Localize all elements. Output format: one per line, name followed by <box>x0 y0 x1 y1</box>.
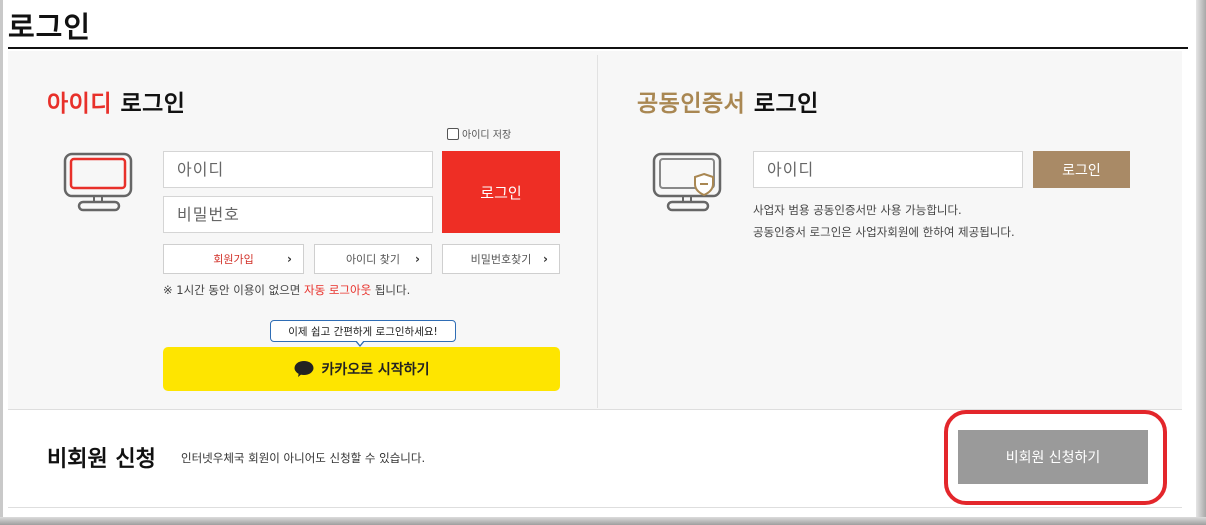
page-title: 로그인 <box>8 10 92 44</box>
save-id-label: 아이디 저장 <box>462 130 512 141</box>
highlight-circle <box>944 410 1167 505</box>
window-frame-bottom <box>0 517 1206 525</box>
cert-login-title-rest: 로그인 <box>745 91 819 117</box>
kakao-login-button[interactable]: 카카오로 시작하기 <box>163 347 560 391</box>
guest-description: 인터넷우체국 회원이 아니어도 신청할 수 있습니다. <box>181 451 426 465</box>
notice-highlight: 자동 로그아웃 <box>304 283 372 297</box>
id-login-button[interactable]: 로그인 <box>442 151 560 233</box>
password-input[interactable]: 비밀번호 <box>163 196 433 233</box>
computer-monitor-icon <box>63 152 133 212</box>
speech-bubble-icon <box>294 361 314 377</box>
id-login-title-accent: 아이디 <box>47 91 112 117</box>
id-login-title-rest: 로그인 <box>111 91 186 117</box>
notice-suffix: 됩니다. <box>371 283 411 297</box>
guest-section-bottom-rule <box>8 507 1182 508</box>
cert-id-input[interactable]: 아이디 <box>753 151 1023 188</box>
window-frame-right <box>1196 0 1206 525</box>
notice-prefix: ※ 1시간 동안 이용이 없으면 <box>163 283 305 297</box>
kakao-tooltip: 이제 쉽고 간편하게 로그인하세요! <box>270 320 456 342</box>
cert-login-title-accent: 공동인증서 <box>637 91 746 117</box>
cert-description-line1: 사업자 범용 공동인증서만 사용 가능합니다. <box>753 203 962 217</box>
guest-title: 비회원 신청 <box>47 447 156 472</box>
certificate-monitor-icon <box>652 152 722 212</box>
find-id-label: 아이디 찾기 <box>345 253 401 266</box>
cert-login-title: 공동인증서 로그인 <box>637 84 819 118</box>
kakao-login-label: 카카오로 시작하기 <box>321 362 430 378</box>
save-id-option[interactable]: 아이디 저장 <box>447 126 511 141</box>
chevron-right-icon: › <box>415 252 420 266</box>
title-divider <box>8 47 1188 49</box>
id-input[interactable]: 아이디 <box>163 151 433 188</box>
id-login-title: 아이디 로그인 <box>47 84 185 118</box>
signup-link[interactable]: 회원가입 › <box>163 244 304 274</box>
find-password-link[interactable]: 비밀번호찾기 › <box>442 244 560 274</box>
save-id-checkbox[interactable] <box>447 127 459 140</box>
signup-label: 회원가입 <box>213 253 254 266</box>
find-id-link[interactable]: 아이디 찾기 › <box>314 244 432 274</box>
cert-login-button[interactable]: 로그인 <box>1033 151 1130 188</box>
kakao-tooltip-tail-inner <box>356 340 364 345</box>
chevron-right-icon: › <box>543 252 548 266</box>
cert-description-line2: 공동인증서 로그인은 사업자회원에 한하여 제공됩니다. <box>753 225 1015 239</box>
panel-divider <box>597 55 598 408</box>
chevron-right-icon: › <box>287 252 292 266</box>
window-frame-left <box>0 0 3 525</box>
auto-logout-notice: ※ 1시간 동안 이용이 없으면 자동 로그아웃 됩니다. <box>163 282 410 298</box>
find-password-label: 비밀번호찾기 <box>470 253 532 266</box>
